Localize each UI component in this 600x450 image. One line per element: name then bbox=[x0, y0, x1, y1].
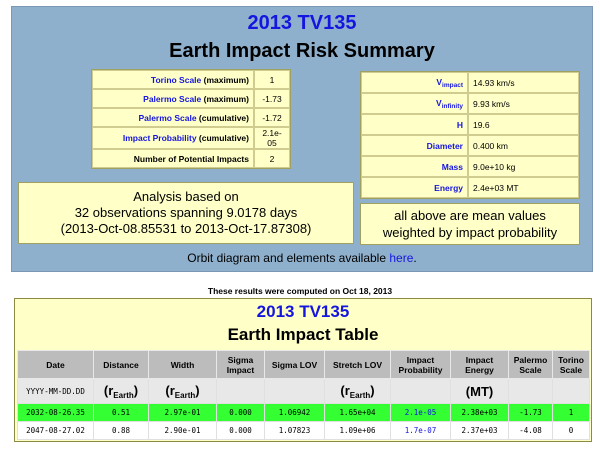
palermo-scale-link[interactable]: Palermo Scale bbox=[143, 94, 201, 104]
param-row: Palermo Scale (maximum) -1.73 bbox=[92, 89, 290, 108]
impact-table-subtitle: Earth Impact Table bbox=[227, 325, 379, 344]
orbit-diagram-line: Orbit diagram and elements available her… bbox=[187, 251, 417, 265]
h-label: H bbox=[361, 114, 468, 135]
v-infinity-value: 9.93 km/s bbox=[468, 93, 579, 114]
table-row: 2032-08-26.35 0.51 2.97e-01 0.000 1.0694… bbox=[17, 403, 590, 422]
risk-scale-table: Torino Scale (maximum) 1 Palermo Scale (… bbox=[91, 69, 291, 169]
param-row: Number of Potential Impacts 2 bbox=[92, 149, 290, 168]
physical-params-table: Vimpact 14.93 km/s Vinfinity 9.93 km/s H… bbox=[360, 71, 580, 199]
col-header-date: Date bbox=[17, 350, 94, 379]
cell-distance: 0.88 bbox=[93, 421, 149, 440]
cell-impact-probability: 1.7e-07 bbox=[390, 421, 451, 440]
impact-probability-value: 2.1e-05 bbox=[254, 127, 290, 149]
orbit-diagram-link[interactable]: here bbox=[389, 251, 413, 265]
potential-impacts-value: 2 bbox=[254, 149, 290, 168]
cell-sigma-lov: 1.06942 bbox=[264, 403, 325, 422]
cell-torino-scale: 0 bbox=[552, 421, 590, 440]
v-impact-value: 14.93 km/s bbox=[468, 72, 579, 93]
cell-width: 2.97e-01 bbox=[148, 403, 217, 422]
col-header-torino-scale: Torino Scale bbox=[552, 350, 590, 379]
date-format-unit: YYYY-MM-DD.DD bbox=[17, 378, 94, 404]
width-unit: (rEarth) bbox=[148, 378, 217, 404]
cell-width: 2.90e-01 bbox=[148, 421, 217, 440]
col-header-impact-probability: Impact Probability bbox=[390, 350, 451, 379]
cell-palermo-scale: -1.73 bbox=[508, 403, 553, 422]
param-row: H 19.6 bbox=[361, 114, 579, 135]
col-header-sigma-lov: Sigma LOV bbox=[264, 350, 325, 379]
col-header-sigma-impact: Sigma Impact bbox=[216, 350, 265, 379]
weighted-line: all above are mean values bbox=[394, 208, 546, 223]
cell-impact-energy: 2.37e+03 bbox=[450, 421, 509, 440]
diameter-value: 0.400 km bbox=[468, 135, 579, 156]
palermo-max-value: -1.73 bbox=[254, 89, 290, 108]
col-header-width: Width bbox=[148, 350, 217, 379]
cell-sigma-impact: 0.000 bbox=[216, 403, 265, 422]
cell-sigma-impact: 0.000 bbox=[216, 421, 265, 440]
table-header-row: Date Distance Width Sigma Impact Sigma L… bbox=[17, 350, 590, 379]
torino-max-value: 1 bbox=[254, 70, 290, 89]
analysis-line: 32 observations spanning 9.0178 days bbox=[74, 205, 298, 220]
cell-date: 2047-08-27.02 bbox=[17, 421, 94, 440]
potential-impacts-label: Number of Potential Impacts bbox=[133, 153, 249, 164]
weighted-line: weighted by impact probability bbox=[382, 225, 558, 240]
stretch-unit: (rEarth) bbox=[324, 378, 391, 404]
cell-sigma-lov: 1.07823 bbox=[264, 421, 325, 440]
energy-value: 2.4e+03 MT bbox=[468, 177, 579, 198]
earth-impact-table: Date Distance Width Sigma Impact Sigma L… bbox=[17, 350, 590, 440]
param-row: Impact Probability (cumulative) 2.1e-05 bbox=[92, 127, 290, 149]
diameter-label: Diameter bbox=[361, 135, 468, 156]
analysis-box: Analysis based on 32 observations spanni… bbox=[18, 182, 354, 244]
cell-impact-energy: 2.38e+03 bbox=[450, 403, 509, 422]
analysis-line: (2013-Oct-08.85531 to 2013-Oct-17.87308) bbox=[60, 221, 312, 236]
analysis-line: Analysis based on bbox=[133, 189, 239, 204]
impact-risk-summary-panel: 2013 TV135 Earth Impact Risk Summary Tor… bbox=[11, 6, 593, 272]
mass-value: 9.0e+10 kg bbox=[468, 156, 579, 177]
cell-date: 2032-08-26.35 bbox=[17, 403, 94, 422]
col-header-palermo-scale: Palermo Scale bbox=[508, 350, 553, 379]
param-row: Vimpact 14.93 km/s bbox=[361, 72, 579, 93]
weighted-note-box: all above are mean values weighted by im… bbox=[360, 203, 580, 245]
param-row: Palermo Scale (cumulative) -1.72 bbox=[92, 108, 290, 127]
palermo-scale-cumulative-link[interactable]: Palermo Scale bbox=[138, 113, 196, 123]
cell-torino-scale: 1 bbox=[552, 403, 590, 422]
col-header-distance: Distance bbox=[93, 350, 149, 379]
h-value: 19.6 bbox=[468, 114, 579, 135]
table-row: 2047-08-27.02 0.88 2.90e-01 0.000 1.0782… bbox=[17, 421, 590, 440]
param-row: Diameter 0.400 km bbox=[361, 135, 579, 156]
param-row: Energy 2.4e+03 MT bbox=[361, 177, 579, 198]
object-title: 2013 TV135 bbox=[247, 12, 357, 34]
energy-label: Energy bbox=[361, 177, 468, 198]
cell-palermo-scale: -4.08 bbox=[508, 421, 553, 440]
col-header-stretch-lov: Stretch LOV bbox=[324, 350, 391, 379]
units-row: YYYY-MM-DD.DD (rEarth) (rEarth) (rEarth)… bbox=[17, 378, 590, 404]
earth-impact-table-panel: 2013 TV135 Earth Impact Table Date Dista… bbox=[14, 298, 592, 442]
distance-unit: (rEarth) bbox=[93, 378, 149, 404]
cell-distance: 0.51 bbox=[93, 403, 149, 422]
param-row: Vinfinity 9.93 km/s bbox=[361, 93, 579, 114]
cell-stretch-lov: 1.09e+06 bbox=[324, 421, 391, 440]
v-impact-label: Vimpact bbox=[361, 72, 468, 93]
cell-impact-probability: 2.1e-05 bbox=[390, 403, 451, 422]
palermo-cumulative-value: -1.72 bbox=[254, 108, 290, 127]
impact-table-title: 2013 TV135 bbox=[256, 302, 350, 321]
energy-unit: (MT) bbox=[450, 378, 509, 404]
mass-label: Mass bbox=[361, 156, 468, 177]
computed-date-note: These results were computed on Oct 18, 2… bbox=[207, 286, 393, 296]
summary-subtitle: Earth Impact Risk Summary bbox=[169, 40, 435, 62]
param-row: Torino Scale (maximum) 1 bbox=[92, 70, 290, 89]
impact-probability-link[interactable]: Impact Probability bbox=[123, 133, 197, 143]
cell-stretch-lov: 1.65e+04 bbox=[324, 403, 391, 422]
torino-scale-link[interactable]: Torino Scale bbox=[151, 75, 201, 85]
col-header-impact-energy: Impact Energy bbox=[450, 350, 509, 379]
param-row: Mass 9.0e+10 kg bbox=[361, 156, 579, 177]
v-infinity-label: Vinfinity bbox=[361, 93, 468, 114]
